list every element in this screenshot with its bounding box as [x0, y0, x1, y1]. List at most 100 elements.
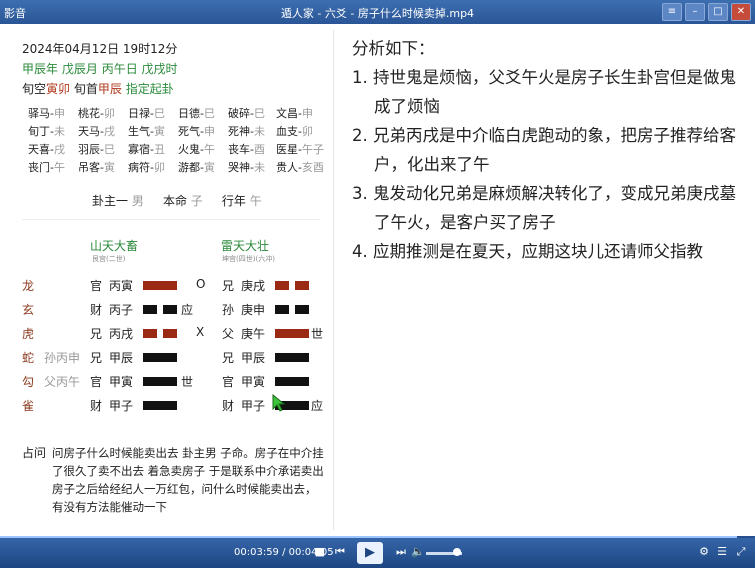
minimize-button[interactable]: –	[685, 3, 705, 21]
shensha-item: 医星-午子	[276, 143, 324, 156]
stop-icon[interactable]: ■	[312, 544, 328, 560]
relative: 官	[90, 375, 103, 389]
changed-relative: 财	[222, 399, 235, 413]
changed-ganzhi: 庚申	[241, 303, 266, 317]
title-bar: 影音 遁人家 - 六爻 - 房子什么时候卖掉.mp4 ≡ – □ ✕	[0, 0, 755, 24]
analysis-item: 3. 鬼发动化兄弟是麻烦解决转化了，变成兄弟庚戌墓了午火，是客户买了房子	[352, 184, 736, 232]
day-ganzhi: 丙午日	[101, 62, 138, 76]
shensha-item: 天喜-戌	[28, 143, 65, 156]
changed-shi-ying: 世	[311, 327, 324, 341]
analysis-panel: 分析如下： 1. 持世鬼是烦恼，父爻午火是房子长生卦宫但是做鬼成了烦恼 2. 兄弟…	[352, 34, 747, 266]
relative: 财	[90, 303, 103, 317]
shensha-item: 破碎-巳	[228, 107, 265, 120]
month-ganzhi: 戊辰月	[61, 62, 98, 76]
panel-divider	[333, 30, 334, 530]
play-button[interactable]: ▶	[357, 542, 383, 564]
close-button[interactable]: ✕	[731, 3, 751, 21]
shensha-item: 旬丁-未	[28, 125, 65, 138]
line-ganzhi: 丙戌	[109, 327, 134, 341]
yang-line	[143, 281, 177, 290]
shensha-item: 天马-戌	[78, 125, 115, 138]
analysis-item: 2. 兄弟丙戌是中介临白虎跑动的象，把房子推荐给客户，化出来了午	[352, 126, 736, 174]
changed-relative: 孙	[222, 303, 235, 317]
yin-line-segment	[163, 329, 177, 338]
changed-ganzhi: 甲子	[241, 399, 266, 413]
analysis-list: 1. 持世鬼是烦恼，父爻午火是房子长生卦宫但是做鬼成了烦恼 2. 兄弟丙戌是中介临…	[352, 63, 747, 266]
yang-line	[275, 329, 309, 338]
question-label: 占问	[22, 446, 47, 460]
relative: 官	[90, 279, 103, 293]
main-hexagram-name: 山天大畜	[90, 239, 139, 253]
changed-relative: 官	[222, 375, 235, 389]
playlist-icon[interactable]: ☰	[714, 544, 730, 560]
shensha-item: 生气-寅	[128, 125, 165, 138]
personal-info: 卦主一 男 本命 子 行年 午	[92, 194, 262, 208]
shensha-item: 丧车-酉	[228, 143, 265, 156]
next-icon[interactable]: ⏭	[393, 544, 409, 560]
shensha-item: 驿马-申	[28, 107, 65, 120]
analysis-title: 分析如下：	[352, 39, 435, 58]
changed-ganzhi: 庚午	[241, 327, 266, 341]
line-ganzhi: 甲子	[109, 399, 134, 413]
shensha-item: 火鬼-午	[178, 143, 215, 156]
shensha-item: 日禄-巳	[128, 107, 165, 120]
previous-icon[interactable]: ⏮	[332, 544, 348, 560]
line-ganzhi: 甲寅	[109, 375, 134, 389]
ganzhi-line: 甲辰年 戊辰月 丙午日 戊戌时	[22, 60, 178, 77]
yang-line	[143, 401, 177, 410]
changed-relative: 父	[222, 327, 235, 341]
relative: 兄	[90, 351, 103, 365]
fushen: 孙丙申	[44, 351, 81, 365]
shensha-item: 死神-未	[228, 125, 265, 138]
yang-line	[275, 377, 309, 386]
volume-knob[interactable]	[453, 548, 461, 556]
line-ganzhi: 丙寅	[109, 279, 134, 293]
relative: 财	[90, 399, 103, 413]
yin-line-segment	[295, 281, 309, 290]
yin-line-segment	[143, 305, 157, 314]
line-ganzhi: 丙子	[109, 303, 134, 317]
shi-ying: 世	[181, 375, 194, 389]
relative: 兄	[90, 327, 103, 341]
six-god: 雀	[22, 399, 35, 413]
moving-mark: O	[196, 277, 206, 291]
shensha-item: 吊客-寅	[78, 161, 115, 174]
shensha-item: 文昌-申	[276, 107, 313, 120]
moving-mark: X	[196, 325, 205, 339]
shensha-item: 寡宿-丑	[128, 143, 165, 156]
main-hexagram-palace: 艮宫(二世)	[92, 255, 126, 263]
settings-icon[interactable]: ⚙	[696, 544, 712, 560]
shi-ying: 应	[181, 303, 194, 317]
shensha-item: 死气-申	[178, 125, 215, 138]
changed-relative: 兄	[222, 351, 235, 365]
changed-ganzhi: 庚戌	[241, 279, 266, 293]
shensha-item: 游都-寅	[178, 161, 215, 174]
changed-ganzhi: 甲寅	[241, 375, 266, 389]
volume-icon[interactable]: 🔈	[410, 544, 426, 560]
question-text: 问房子什么时候能卖出去 卦主男 子命。房子在中介挂了很久了卖不出去 着急卖房子 …	[52, 446, 324, 514]
six-god: 勾	[22, 375, 35, 389]
menu-icon[interactable]: ≡	[662, 3, 682, 21]
yin-line-segment	[275, 281, 289, 290]
player-controls: 00:03:59 / 00:04:05 ■ ⏮ ▶ ⏭ 🔈 ⚙ ☰ ⤢	[0, 538, 755, 568]
changed-ganzhi: 甲辰	[241, 351, 266, 365]
mouse-cursor-icon	[272, 394, 286, 412]
xunkong-line: 旬空寅卯 旬首甲辰 指定起卦	[22, 82, 174, 96]
fullscreen-icon[interactable]: ⤢	[733, 544, 749, 560]
yin-line-segment	[163, 305, 177, 314]
year-ganzhi: 甲辰年	[22, 62, 59, 76]
analysis-item: 1. 持世鬼是烦恼，父爻午火是房子长生卦宫但是做鬼成了烦恼	[352, 68, 736, 116]
shensha-item: 血支-卯	[276, 125, 313, 138]
shensha-item: 日德-巳	[178, 107, 215, 120]
six-god: 虎	[22, 327, 35, 341]
changed-hexagram-name: 雷天大壮	[221, 239, 270, 253]
shensha-item: 哭神-未	[228, 161, 265, 174]
maximize-button[interactable]: □	[708, 3, 728, 21]
yang-line	[143, 353, 177, 362]
yin-line-segment	[295, 305, 309, 314]
yin-line-segment	[143, 329, 157, 338]
six-god: 玄	[22, 303, 35, 317]
shensha-item: 桃花-卯	[78, 107, 115, 120]
shensha-item: 羽辰-巳	[78, 143, 115, 156]
window-title: 遁人家 - 六爻 - 房子什么时候卖掉.mp4	[280, 7, 475, 20]
